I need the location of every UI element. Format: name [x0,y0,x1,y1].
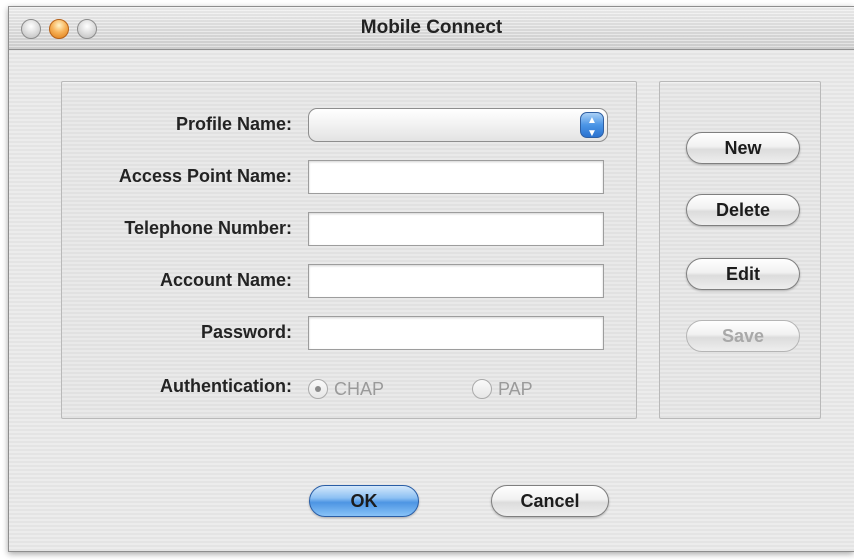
cancel-button[interactable]: Cancel [491,485,609,517]
select-arrows-icon: ▲ ▼ [580,112,604,139]
telephone-number-label: Telephone Number: [124,218,292,238]
profile-settings-panel: Profile Name: ▲ ▼ Access Point Name: Tele… [61,81,637,419]
radio-pap-label: PAP [498,378,533,399]
edit-button[interactable]: Edit [686,258,800,290]
save-button[interactable]: Save [686,320,800,352]
radio-selected-icon [308,379,328,399]
mobile-connect-window: Mobile Connect Profile Name: ▲ ▼ Access P… [8,6,854,552]
radio-pap[interactable]: PAP [472,376,533,402]
profile-actions-panel: New Delete Edit Save [659,81,821,419]
window-title: Mobile Connect [360,17,503,38]
password-input[interactable] [308,316,604,350]
ok-button[interactable]: OK [309,485,419,517]
radio-chap-label: CHAP [334,378,385,399]
account-name-label: Account Name: [159,270,292,290]
authentication-label: Authentication: [160,376,292,396]
telephone-number-input[interactable] [308,212,604,246]
profile-name-label: Profile Name: [175,114,292,134]
account-name-input[interactable] [308,264,604,298]
radio-chap[interactable]: CHAP [308,376,384,402]
title-bar[interactable]: Mobile Connect [9,7,854,50]
access-point-name-label: Access Point Name: [118,166,292,186]
radio-unselected-icon [472,379,492,399]
password-label: Password: [200,322,292,342]
new-button[interactable]: New [686,132,800,164]
delete-button[interactable]: Delete [686,194,800,226]
profile-name-select[interactable]: ▲ ▼ [308,108,608,142]
access-point-name-input[interactable] [308,160,604,194]
